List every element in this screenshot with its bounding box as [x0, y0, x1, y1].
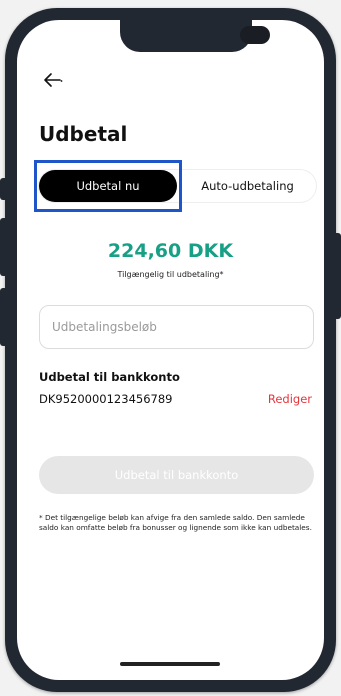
power-button	[335, 233, 341, 319]
notch	[120, 20, 270, 52]
bank-account-number: DK9520000123456789	[39, 392, 173, 406]
tab-auto-udbetaling[interactable]: Auto-udbetaling	[179, 170, 316, 202]
arrow-left-icon[interactable]	[41, 70, 65, 90]
volume-up-button	[0, 218, 6, 276]
edit-bank-link[interactable]: Rediger	[268, 392, 312, 406]
bank-account-label: Udbetal til bankkonto	[39, 370, 180, 384]
screen: Udbetal Udbetal nu Auto-udbetaling 224,6…	[17, 20, 324, 680]
footnote: * Det tilgængelige beløb kan afvige fra …	[39, 513, 312, 532]
tab-highlight-box	[34, 160, 182, 212]
volume-down-button	[0, 288, 6, 346]
available-caption: Tilgængelig til udbetaling*	[117, 270, 224, 279]
payout-submit-button[interactable]: Udbetal til bankkonto	[39, 456, 314, 494]
page-title: Udbetal	[39, 122, 128, 146]
payout-amount-input[interactable]: Udbetalingsbeløb	[39, 305, 314, 349]
phone-frame: Udbetal Udbetal nu Auto-udbetaling 224,6…	[0, 8, 341, 692]
available-amount: 224,60 DKK	[107, 240, 234, 262]
camera-icon	[240, 26, 270, 44]
home-indicator	[120, 662, 220, 666]
mute-switch	[0, 178, 6, 200]
